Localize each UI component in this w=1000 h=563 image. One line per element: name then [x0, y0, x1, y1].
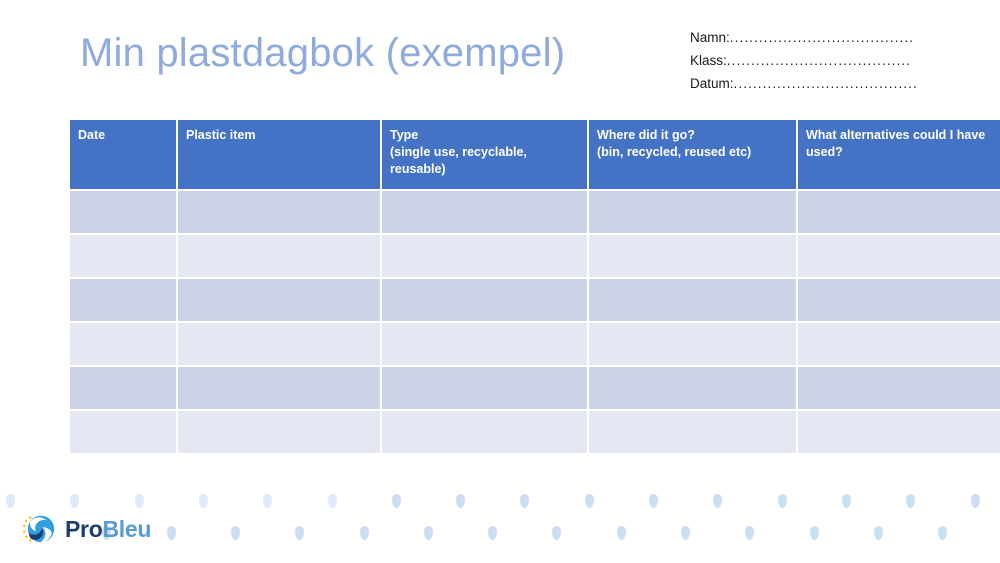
water-droplet-icon — [456, 494, 466, 508]
cell-date[interactable] — [70, 235, 176, 277]
water-droplet-icon — [134, 494, 144, 508]
logo-text-pro: Pro — [65, 515, 103, 542]
column-header-plastic-item: Plastic item — [178, 120, 380, 189]
slide-canvas: Min plastdagbok (exempel) Namn: ........… — [0, 0, 1000, 563]
water-droplet-icon — [488, 526, 498, 540]
field-datum: Datum: .................................… — [690, 76, 930, 99]
water-droplet-icon — [745, 526, 755, 540]
cell-where[interactable] — [589, 279, 796, 321]
cell-where[interactable] — [589, 367, 796, 409]
water-droplet-icon — [263, 494, 273, 508]
water-droplet-icon — [873, 526, 883, 540]
field-datum-dots: ...................................... — [733, 76, 918, 91]
cell-date[interactable] — [70, 279, 176, 321]
water-droplet-icon — [841, 494, 851, 508]
probleu-logo: ProBleu — [20, 510, 151, 548]
plastic-diary-table: Date Plastic item Type (single use, recyc… — [68, 118, 1000, 455]
cell-plastic-item[interactable] — [178, 323, 380, 365]
water-droplet-icon — [423, 526, 433, 540]
cell-date[interactable] — [70, 367, 176, 409]
cell-type[interactable] — [382, 411, 587, 453]
water-droplet-icon — [295, 526, 305, 540]
cell-type[interactable] — [382, 367, 587, 409]
cell-type[interactable] — [382, 323, 587, 365]
cell-date[interactable] — [70, 191, 176, 233]
field-klass: Klass: .................................… — [690, 53, 930, 76]
water-droplet-icon — [938, 526, 948, 540]
water-droplet-icon — [520, 494, 530, 508]
cell-alternatives[interactable] — [798, 279, 1000, 321]
cell-plastic-item[interactable] — [178, 279, 380, 321]
water-droplet-icon — [777, 494, 787, 508]
table-row — [70, 323, 1000, 365]
student-info-fields: Namn: ..................................… — [690, 30, 930, 99]
table-row — [70, 235, 1000, 277]
logo-text-bleu: Bleu — [102, 515, 152, 542]
water-droplet-icon — [713, 494, 723, 508]
cell-where[interactable] — [589, 323, 796, 365]
cell-alternatives[interactable] — [798, 235, 1000, 277]
cell-type[interactable] — [382, 191, 587, 233]
cell-alternatives[interactable] — [798, 367, 1000, 409]
table-row — [70, 367, 1000, 409]
cell-plastic-item[interactable] — [178, 411, 380, 453]
water-droplet-icon — [230, 526, 240, 540]
blue-circle-wave-icon — [20, 510, 58, 548]
cell-where[interactable] — [589, 235, 796, 277]
table-row — [70, 191, 1000, 233]
cell-alternatives[interactable] — [798, 411, 1000, 453]
field-namn: Namn: ..................................… — [690, 30, 930, 53]
table-body — [70, 191, 1000, 453]
table-header: Date Plastic item Type (single use, recyc… — [70, 120, 1000, 189]
water-droplet-icon — [327, 494, 337, 508]
cell-plastic-item[interactable] — [178, 367, 380, 409]
water-droplet-icon — [584, 494, 594, 508]
water-droplet-icon — [809, 526, 819, 540]
field-namn-label: Namn: — [690, 30, 730, 45]
water-droplet-icon — [70, 494, 80, 508]
field-namn-dots: ...................................... — [729, 30, 915, 45]
water-droplet-icon — [166, 526, 176, 540]
column-header-alternatives: What alternatives could I have used? — [798, 120, 1000, 189]
table-row — [70, 279, 1000, 321]
water-droplet-icon — [906, 494, 916, 508]
field-klass-label: Klass: — [690, 53, 727, 68]
cell-alternatives[interactable] — [798, 191, 1000, 233]
table-header-row: Date Plastic item Type (single use, recyc… — [70, 120, 1000, 189]
water-droplet-icon — [552, 526, 562, 540]
cell-date[interactable] — [70, 323, 176, 365]
cell-type[interactable] — [382, 235, 587, 277]
cell-date[interactable] — [70, 411, 176, 453]
logo-wordmark: ProBleu — [65, 515, 152, 542]
water-droplet-icon — [681, 526, 690, 540]
cell-plastic-item[interactable] — [178, 235, 380, 277]
cell-type[interactable] — [382, 279, 587, 321]
cell-where[interactable] — [589, 411, 796, 453]
column-header-date: Date — [70, 120, 176, 189]
water-droplet-icon — [6, 494, 15, 508]
water-droplet-icon — [649, 494, 658, 508]
water-droplet-icon — [359, 526, 369, 540]
page-title: Min plastdagbok (exempel) — [80, 31, 566, 75]
cell-alternatives[interactable] — [798, 323, 1000, 365]
column-header-type: Type (single use, recyclable, reusable) — [382, 120, 587, 189]
table-row — [70, 411, 1000, 453]
water-droplet-icon — [616, 526, 626, 540]
cell-where[interactable] — [589, 191, 796, 233]
cell-plastic-item[interactable] — [178, 191, 380, 233]
water-droplet-icon — [391, 494, 401, 508]
field-datum-label: Datum: — [690, 76, 734, 91]
water-droplet-icon — [198, 494, 208, 508]
water-droplet-icon — [970, 494, 980, 508]
column-header-where: Where did it go? (bin, recycled, reused e… — [589, 120, 796, 189]
field-klass-dots: ...................................... — [726, 53, 912, 68]
